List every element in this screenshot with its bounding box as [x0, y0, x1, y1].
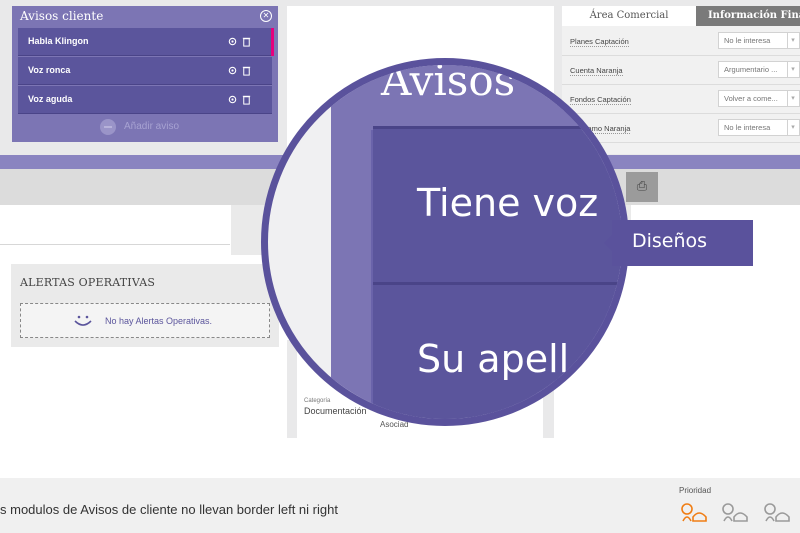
priority-high-icon[interactable] — [679, 501, 709, 523]
trash-icon[interactable] — [241, 65, 252, 76]
tooltip-label: Diseños — [632, 230, 708, 252]
trash-icon[interactable] — [241, 94, 252, 105]
area-row-select[interactable]: Argumentario ... — [718, 61, 800, 78]
magnifier-content: Avisos Tiene voz Su apell — [268, 58, 622, 419]
add-aviso-label: Añadir aviso — [124, 121, 180, 132]
aviso-label: Voz aguda — [28, 94, 73, 104]
design-tooltip: Diseños — [604, 220, 753, 266]
gear-icon[interactable] — [227, 65, 238, 76]
area-row-select[interactable]: No le interesa — [718, 119, 800, 136]
priority-low-icon[interactable] — [762, 501, 792, 523]
footer: s modulos de Avisos de cliente no llevan… — [0, 478, 800, 533]
alertas-empty-message: No hay Alertas Operativas. — [105, 316, 213, 326]
area-row-select[interactable]: No le interesa — [718, 32, 800, 49]
divider — [0, 244, 230, 245]
footer-note: s modulos de Avisos de cliente no llevan… — [0, 502, 338, 517]
aviso-label: Habla Klingon — [28, 36, 89, 46]
magnified-title: Avisos — [381, 58, 516, 105]
priority-label: Prioridad — [679, 486, 712, 495]
area-row-select[interactable]: Volver a come... — [718, 90, 800, 107]
magnified-aviso-label: Tiene voz — [417, 181, 599, 225]
aviso-item[interactable]: Habla Klingon — [18, 28, 274, 56]
area-row-label: Planes Captación — [570, 37, 629, 47]
trash-icon[interactable] — [241, 36, 252, 47]
alertas-title: ALERTAS OPERATIVAS — [20, 276, 156, 289]
alertas-empty-box: No hay Alertas Operativas. — [20, 303, 270, 338]
gear-icon[interactable] — [227, 94, 238, 105]
pdf-icon[interactable]: ⎙ — [626, 172, 658, 202]
aviso-item[interactable]: Voz ronca — [18, 57, 272, 85]
alertas-operativas-panel: ALERTAS OPERATIVAS No hay Alertas Operat… — [11, 264, 279, 347]
aviso-item[interactable]: Voz aguda — [18, 86, 272, 114]
magnified-aviso-item: Tiene voz — [373, 126, 622, 282]
plus-icon — [100, 119, 116, 135]
tab-area-comercial[interactable]: Área Comercial — [562, 6, 696, 26]
gear-icon[interactable] — [227, 36, 238, 47]
avisos-cliente-panel: Avisos cliente ✕ Habla Klingon Voz ronca… — [12, 6, 278, 142]
magnified-aviso-item: Su apell — [373, 282, 622, 419]
smile-icon — [74, 315, 92, 326]
avisos-title: Avisos cliente — [20, 9, 104, 23]
close-icon[interactable]: ✕ — [260, 10, 272, 22]
area-row: Planes Captación No le interesa — [562, 27, 800, 56]
magnified-aviso-label: Su apell — [417, 337, 570, 381]
tab-informacion-financiera[interactable]: Información Financi — [696, 6, 800, 26]
aviso-label: Voz ronca — [28, 65, 71, 75]
magnifier-lens: Avisos Tiene voz Su apell — [261, 58, 629, 426]
priority-medium-icon[interactable] — [720, 501, 750, 523]
